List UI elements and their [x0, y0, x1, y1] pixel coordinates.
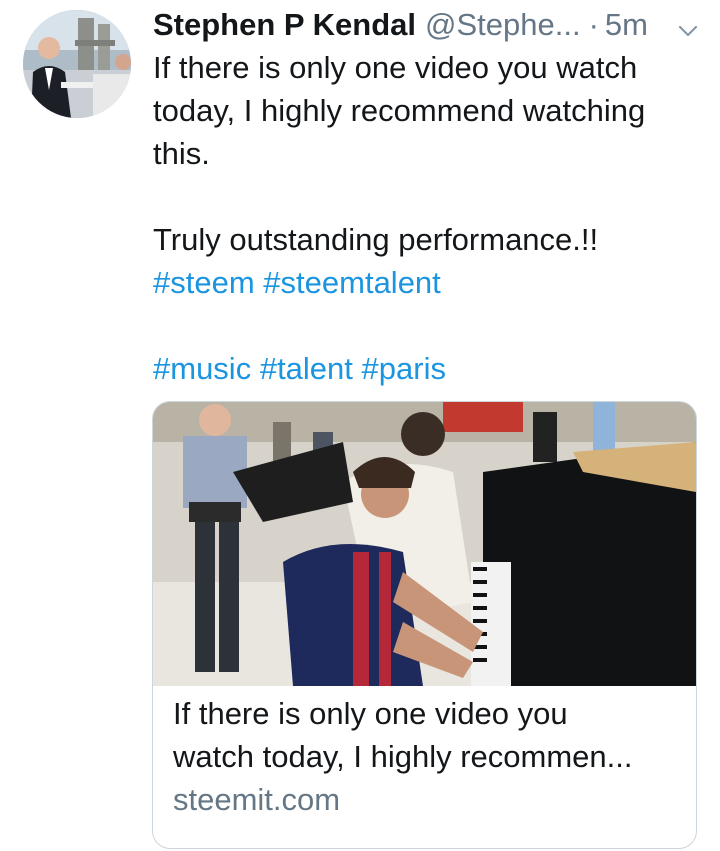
avatar-photo	[23, 10, 131, 118]
tweet-header: Stephen P Kendal @Stephe... · 5m	[153, 4, 713, 46]
hashtag-talent[interactable]: #talent	[260, 351, 353, 386]
separator-dot: ·	[588, 7, 599, 42]
avatar[interactable]	[23, 10, 131, 118]
author-handle[interactable]: @Stephe...	[425, 4, 581, 46]
card-domain: steemit.com	[173, 782, 341, 817]
tweet-text-line: this.	[153, 136, 210, 171]
hashtag-paris[interactable]: #paris	[362, 351, 446, 386]
chevron-down-icon[interactable]	[676, 12, 700, 37]
author-name[interactable]: Stephen P Kendal	[153, 4, 416, 46]
tweet-text-line: Truly outstanding performance.!!	[153, 222, 599, 257]
tweet-text: If there is only one video you watch tod…	[153, 46, 698, 390]
hashtag-steem[interactable]: #steem	[153, 265, 255, 300]
hashtag-row: #steem #steemtalent	[153, 261, 698, 304]
hashtag-row: #music #talent #paris	[153, 347, 698, 390]
hashtag-steemtalent[interactable]: #steemtalent	[263, 265, 441, 300]
card-title-line: If there is only one video you	[173, 696, 568, 731]
card-thumbnail	[153, 402, 696, 686]
link-preview-card[interactable]: If there is only one video you watch tod…	[152, 401, 697, 849]
tweet-text-line: today, I highly recommend watching	[153, 93, 646, 128]
timestamp[interactable]: 5m	[605, 4, 648, 46]
tweet-text-line: If there is only one video you watch	[153, 50, 638, 85]
hashtag-music[interactable]: #music	[153, 351, 251, 386]
card-info: If there is only one video you watch tod…	[153, 686, 696, 821]
tweet[interactable]: Stephen P Kendal @Stephe... · 5m If ther…	[0, 0, 720, 851]
card-title-line: watch today, I highly recommen...	[173, 739, 633, 774]
